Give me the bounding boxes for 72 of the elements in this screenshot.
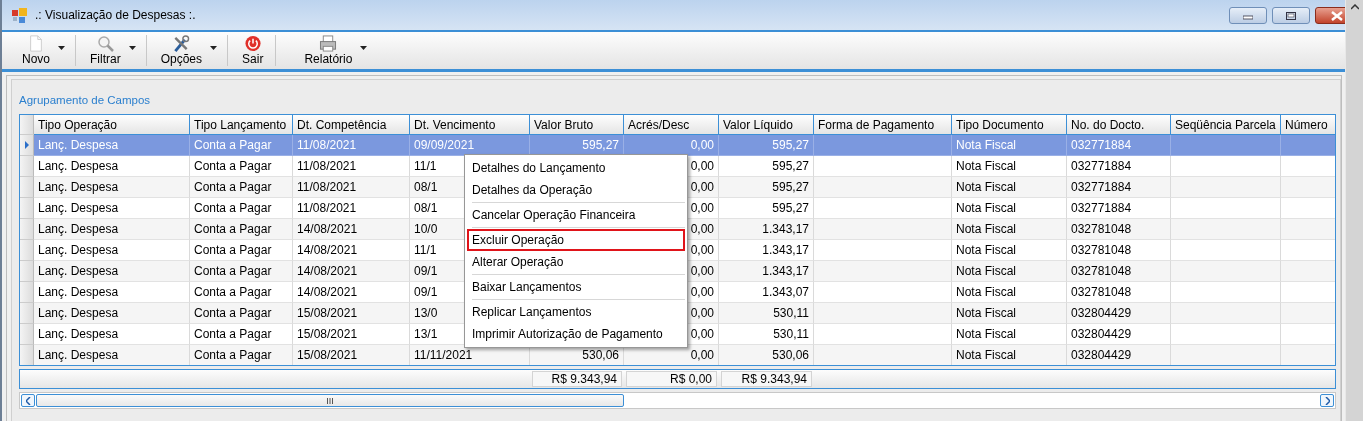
- table-cell: 11/08/2021: [293, 177, 410, 198]
- table-cell: 11/08/2021: [293, 135, 410, 156]
- table-cell: Conta a Pagar: [190, 135, 293, 156]
- grip-icon: [327, 397, 333, 404]
- chevron-up-icon: [1350, 4, 1359, 10]
- table-cell: Nota Fiscal: [952, 303, 1067, 324]
- tools-icon: [172, 35, 191, 52]
- horizontal-scrollbar[interactable]: [19, 392, 1336, 409]
- table-cell: 15/08/2021: [293, 303, 410, 324]
- chevron-left-icon: [25, 396, 31, 405]
- table-cell: Nota Fiscal: [952, 261, 1067, 282]
- row-header[interactable]: [20, 135, 34, 156]
- maximize-button[interactable]: [1272, 7, 1310, 24]
- document-icon: [28, 35, 44, 52]
- table-cell: 1.343,17: [719, 261, 814, 282]
- table-cell: 530,06: [719, 345, 814, 365]
- scroll-left-button[interactable]: [21, 394, 35, 407]
- table-cell: 032771884: [1067, 177, 1171, 198]
- table-cell: Conta a Pagar: [190, 345, 293, 365]
- dropdown-arrow-icon: [210, 45, 218, 50]
- table-cell: Lanç. Despesa: [34, 261, 190, 282]
- scrollbar-thumb[interactable]: [36, 394, 624, 407]
- table-cell: Lanç. Despesa: [34, 303, 190, 324]
- table-cell: Conta a Pagar: [190, 219, 293, 240]
- toolbar-button[interactable]: Filtrar: [82, 32, 140, 69]
- table-cell: 530,11: [719, 303, 814, 324]
- power-icon: [243, 35, 262, 52]
- table-cell: 595,27: [719, 177, 814, 198]
- corner-header: [20, 115, 34, 135]
- table-cell: Conta a Pagar: [190, 177, 293, 198]
- toolbar-button[interactable]: Sair: [234, 32, 270, 69]
- group-title: Agrupamento de Campos: [19, 93, 152, 108]
- toolbar-button[interactable]: Opções: [152, 32, 222, 69]
- table-cell: 032804429: [1067, 303, 1171, 324]
- printer-icon: [319, 35, 338, 52]
- table-cell: Lanç. Despesa: [34, 219, 190, 240]
- search-icon: [96, 35, 114, 52]
- table-cell: Lanç. Despesa: [34, 135, 190, 156]
- dropdown-arrow-icon: [360, 45, 368, 50]
- window-title: .: Visualização de Despesas :.: [35, 8, 196, 22]
- table-cell: 15/08/2021: [293, 345, 410, 365]
- table-cell: Nota Fiscal: [952, 219, 1067, 240]
- table-cell: 1.343,17: [719, 219, 814, 240]
- app-icon: [12, 7, 27, 23]
- table-cell: 032781048: [1067, 219, 1171, 240]
- table-cell: 032804429: [1067, 345, 1171, 365]
- dropdown-arrow-icon: [58, 45, 65, 50]
- table-cell: Lanç. Despesa: [34, 345, 190, 365]
- table-cell: 032781048: [1067, 261, 1171, 282]
- table-cell: Conta a Pagar: [190, 303, 293, 324]
- row-pointer-icon: [24, 141, 29, 149]
- vertical-scrollbar[interactable]: [1345, 0, 1363, 421]
- table-cell: Lanç. Despesa: [34, 177, 190, 198]
- table-cell: Nota Fiscal: [952, 177, 1067, 198]
- dropdown-arrow-icon: [128, 45, 136, 50]
- scroll-right-button[interactable]: [1320, 394, 1334, 407]
- table-cell: 032771884: [1067, 135, 1171, 156]
- total-cell: R$ 9.343,94: [532, 371, 622, 387]
- table-cell: 14/08/2021: [293, 219, 410, 240]
- table-cell: Nota Fiscal: [952, 135, 1067, 156]
- table-cell: Nota Fiscal: [952, 345, 1067, 365]
- chevron-right-icon: [1324, 396, 1330, 405]
- maximize-icon: [1286, 11, 1296, 20]
- table-cell: 595,27: [719, 135, 814, 156]
- toolbar-button[interactable]: Novo: [14, 32, 69, 69]
- total-cell: R$ 0,00: [626, 371, 717, 387]
- total-cell: R$ 9.343,94: [721, 371, 812, 387]
- table-cell: 14/08/2021: [293, 261, 410, 282]
- minimize-button[interactable]: [1229, 7, 1267, 24]
- toolbar-button[interactable]: Relatório: [296, 32, 372, 69]
- table-cell: Conta a Pagar: [190, 261, 293, 282]
- close-icon: [1331, 10, 1343, 21]
